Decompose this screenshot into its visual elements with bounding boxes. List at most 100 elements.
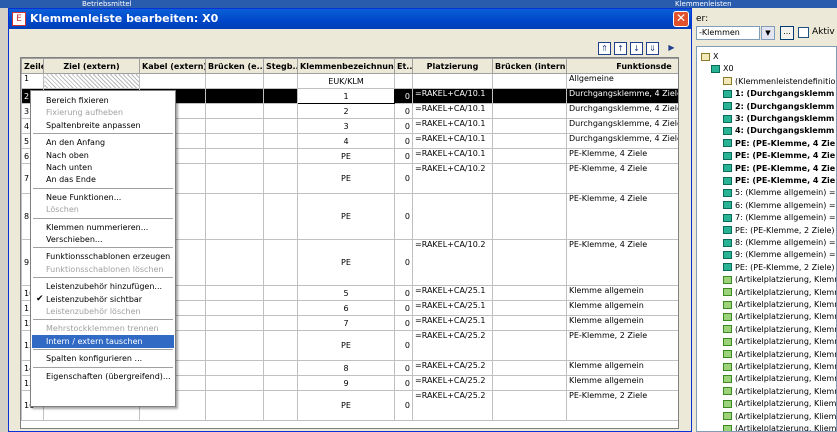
table-cell[interactable]: 0 bbox=[394, 390, 413, 421]
table-cell[interactable]: 0 bbox=[394, 375, 413, 391]
table-cell[interactable]: =RAKEL+CA/10.1 bbox=[412, 133, 493, 149]
tree-node[interactable]: 4: (Durchgangsklemm bbox=[723, 125, 834, 137]
menu-item-spaltenbreite-anpassen[interactable]: Spaltenbreite anpassen bbox=[32, 119, 174, 132]
column-header-klemmenbezeichnung[interactable]: Klemmenbezeichnung bbox=[297, 58, 395, 74]
table-cell[interactable]: 7 bbox=[297, 315, 395, 331]
tree-node[interactable]: (Artikelplatzierung, Klemn bbox=[723, 336, 836, 348]
table-row[interactable]: 1 EUK/KLM Allgemeine bbox=[21, 73, 678, 89]
table-cell[interactable] bbox=[205, 390, 264, 421]
table-cell[interactable]: 1 bbox=[297, 88, 395, 104]
menu-item-neue-funktionen[interactable]: Neue Funktionen... bbox=[32, 191, 174, 204]
table-cell[interactable]: 0 bbox=[394, 163, 413, 194]
table-cell[interactable]: Durchgangsklemme, 4 Ziele, m bbox=[566, 133, 678, 149]
table-cell[interactable]: Durchgangsklemme, 4 Ziele, m bbox=[566, 88, 678, 104]
menu-item-eigenschaften-uebergreifend[interactable]: Eigenschaften (übergreifend)... bbox=[32, 370, 174, 383]
table-cell[interactable]: Klemme allgemein bbox=[566, 300, 678, 316]
table-cell[interactable] bbox=[139, 73, 206, 89]
table-cell[interactable]: Durchgangsklemme, 4 Ziele, m bbox=[566, 103, 678, 119]
table-cell[interactable]: 0 bbox=[394, 88, 413, 104]
menu-item-funktionsschablonen-erzeugen[interactable]: Funktionsschablonen erzeugen bbox=[32, 250, 174, 263]
tree-node[interactable]: 7: (Klemme allgemein) =R bbox=[723, 212, 836, 224]
table-cell[interactable]: PE-Klemme, 4 Ziele bbox=[566, 193, 678, 240]
table-cell[interactable] bbox=[492, 239, 567, 286]
tree-node[interactable]: (Artikelplatzierung, Klemn bbox=[723, 349, 836, 361]
table-cell[interactable] bbox=[263, 88, 298, 104]
table-cell[interactable]: 2 bbox=[297, 103, 395, 119]
table-cell[interactable]: Klemme allgemein bbox=[566, 285, 678, 301]
table-cell[interactable] bbox=[492, 330, 567, 361]
tree-node[interactable]: PE: (PE-Klemme, 4 Zie bbox=[723, 138, 835, 150]
table-cell[interactable] bbox=[263, 360, 298, 376]
menu-item-spalten-konfigurieren[interactable]: Spalten konfigurieren ... bbox=[32, 352, 174, 365]
menu-item-nach-unten[interactable]: Nach unten bbox=[32, 161, 174, 174]
table-cell[interactable]: Klemme allgemein bbox=[566, 360, 678, 376]
table-cell[interactable] bbox=[263, 315, 298, 331]
table-cell[interactable] bbox=[205, 285, 264, 301]
table-cell[interactable]: 5 bbox=[297, 285, 395, 301]
table-cell[interactable]: 3 bbox=[297, 118, 395, 134]
table-cell[interactable] bbox=[412, 193, 493, 240]
chevron-down-icon[interactable]: ▼ bbox=[761, 26, 775, 40]
table-cell[interactable] bbox=[205, 88, 264, 104]
table-cell[interactable] bbox=[205, 148, 264, 164]
tree-node[interactable]: (Artikelplatzierung, Kliem bbox=[723, 398, 836, 410]
table-cell[interactable]: 0 bbox=[394, 285, 413, 301]
table-cell[interactable] bbox=[492, 193, 567, 240]
table-cell[interactable] bbox=[205, 239, 264, 286]
tree-node[interactable]: PE: (PE-Klemme, 4 Zie bbox=[723, 175, 835, 187]
table-cell[interactable] bbox=[492, 360, 567, 376]
table-cell[interactable] bbox=[205, 103, 264, 119]
table-cell[interactable]: =RAKEL+CA/10.1 bbox=[412, 103, 493, 119]
tree-node[interactable]: (Artikelplatzierung, Klemn bbox=[723, 287, 836, 299]
move-top-icon[interactable]: ⇑ bbox=[598, 42, 611, 55]
column-header-bruecken-e[interactable]: Brücken (e... bbox=[205, 58, 264, 74]
table-cell[interactable] bbox=[205, 118, 264, 134]
table-cell[interactable]: PE bbox=[297, 330, 395, 361]
column-header-kabel-extern[interactable]: Kabel (extern) bbox=[139, 58, 206, 74]
column-header-ziel-extern[interactable]: Ziel (extern) bbox=[43, 58, 140, 74]
move-up-icon[interactable]: ↑ bbox=[614, 42, 627, 55]
tree-node[interactable]: (Artikelplatzierung, Klemn bbox=[723, 324, 836, 336]
table-cell[interactable]: PE bbox=[297, 148, 395, 164]
table-cell[interactable]: Durchgangsklemme, 4 Ziele, m bbox=[566, 118, 678, 134]
menu-item-bereich-fixieren[interactable]: Bereich fixieren bbox=[32, 94, 174, 107]
table-cell[interactable]: 1 bbox=[21, 73, 44, 89]
table-cell[interactable] bbox=[263, 330, 298, 361]
menu-item-verschieben[interactable]: Verschieben... bbox=[32, 233, 174, 246]
scroll-right-icon[interactable]: ▶ bbox=[665, 42, 678, 55]
table-cell[interactable] bbox=[492, 118, 567, 134]
menu-item-klemmen-nummerieren[interactable]: Klemmen nummerieren... bbox=[32, 221, 174, 234]
table-cell[interactable] bbox=[205, 163, 264, 194]
table-cell[interactable]: =RAKEL+CA/10.1 bbox=[412, 148, 493, 164]
tree-node[interactable]: (Klemmenleistendefinitio bbox=[723, 76, 835, 88]
table-cell[interactable] bbox=[263, 148, 298, 164]
table-cell[interactable]: PE bbox=[297, 390, 395, 421]
table-cell[interactable] bbox=[263, 375, 298, 391]
table-cell[interactable] bbox=[492, 163, 567, 194]
table-cell[interactable]: 0 bbox=[394, 148, 413, 164]
table-cell[interactable] bbox=[263, 73, 298, 89]
tree-node[interactable]: PE: (PE-Klemme, 4 Zie bbox=[723, 163, 835, 175]
table-cell[interactable]: PE-Klemme, 2 Ziele bbox=[566, 390, 678, 421]
table-cell[interactable] bbox=[492, 375, 567, 391]
table-cell[interactable]: PE bbox=[297, 163, 395, 194]
tree-node[interactable]: PE: (PE-Klemme, 2 Ziele) bbox=[723, 225, 835, 237]
column-header-funktionsde[interactable]: Funktionsde bbox=[566, 58, 678, 74]
menu-item-an-den-anfang[interactable]: An den Anfang bbox=[32, 136, 174, 149]
table-cell[interactable] bbox=[492, 133, 567, 149]
table-cell[interactable] bbox=[43, 73, 140, 89]
table-cell[interactable] bbox=[263, 285, 298, 301]
table-cell[interactable]: 0 bbox=[394, 315, 413, 331]
aktiv-checkbox[interactable] bbox=[798, 27, 809, 38]
column-header-stegb[interactable]: Stegb... bbox=[263, 58, 298, 74]
tree-node[interactable]: (Artikelplatzierung, Klemn bbox=[723, 373, 836, 385]
table-cell[interactable] bbox=[205, 133, 264, 149]
table-cell[interactable]: =RAKEL+CA/25.1 bbox=[412, 300, 493, 316]
table-cell[interactable] bbox=[492, 390, 567, 421]
table-cell[interactable] bbox=[492, 300, 567, 316]
close-button[interactable]: ✕ bbox=[673, 11, 689, 27]
tree-node[interactable]: X bbox=[701, 51, 718, 63]
table-cell[interactable] bbox=[263, 133, 298, 149]
tree-node[interactable]: (Artikelplatzierung, Klemn bbox=[723, 386, 836, 398]
tree-node[interactable]: X0 bbox=[711, 63, 734, 75]
